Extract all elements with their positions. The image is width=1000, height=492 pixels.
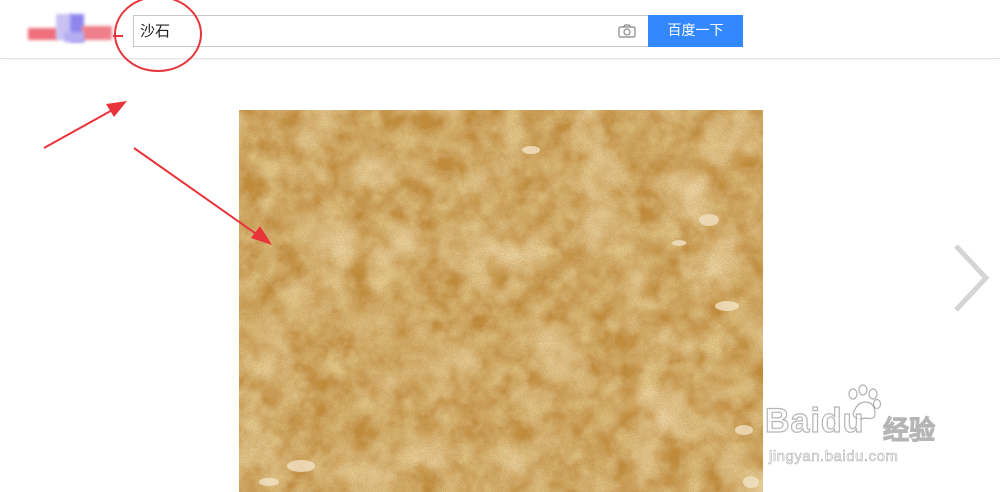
watermark-product: 经验 [882,416,936,447]
watermark-url: jingyan.baidu.com [769,448,899,466]
sand-texture [239,110,763,492]
arrow-to-search [43,101,127,149]
baidu-jingyan-watermark: Baidu 经验 jingyan.baidu.com [764,384,985,474]
search-input[interactable]: 沙石 [140,16,170,46]
chevron-right-icon[interactable] [948,240,992,316]
search-button[interactable]: 百度一下 [648,15,743,47]
search-header: 沙石 百度一下 [0,0,1000,59]
sand-photo [239,110,763,492]
blurred-logo [26,12,126,48]
camera-icon[interactable] [618,24,636,38]
search-box[interactable]: 沙石 [133,15,648,47]
watermark-brand: Baidu [764,401,865,440]
